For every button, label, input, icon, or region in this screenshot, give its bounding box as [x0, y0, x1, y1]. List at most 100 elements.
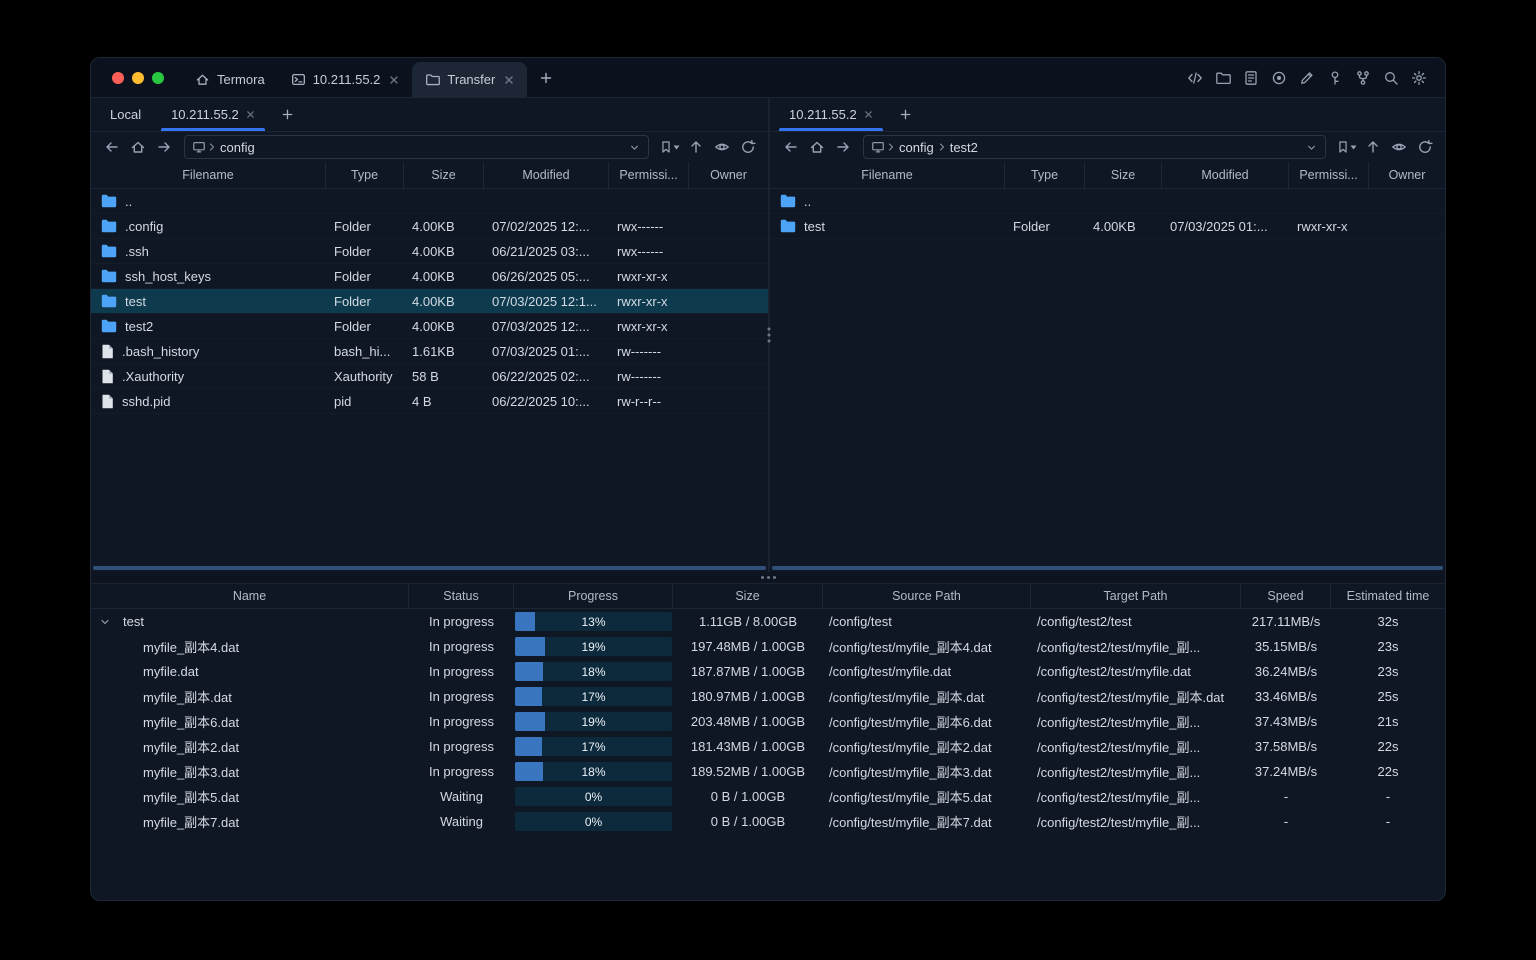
column-header[interactable]: Owner	[689, 162, 768, 188]
transfer-target-path: /config/test2/test/myfile_副...	[1037, 740, 1201, 755]
column-header[interactable]: Filename	[770, 162, 1005, 188]
column-header[interactable]: Speed	[1241, 584, 1331, 608]
transfer-row[interactable]: myfile.dat In progress 18% 187.87MB / 1.…	[91, 659, 1445, 684]
journal-icon[interactable]	[1241, 67, 1261, 89]
folder-icon[interactable]	[1213, 67, 1233, 89]
transfer-row[interactable]: myfile_副本.dat In progress 17% 180.97MB /…	[91, 684, 1445, 709]
transfer-row[interactable]: myfile_副本3.dat In progress 18% 189.52MB …	[91, 759, 1445, 784]
transfer-eta: 22s	[1377, 764, 1399, 779]
file-type-icon	[101, 344, 114, 359]
chevron-down-icon[interactable]	[628, 141, 641, 154]
file-row[interactable]: ..	[91, 189, 768, 214]
gear-icon[interactable]	[1409, 67, 1429, 89]
column-header[interactable]: Source Path	[823, 584, 1031, 608]
file-row[interactable]: .bash_history bash_hi... 1.61KB 07/03/20…	[91, 339, 768, 364]
column-header[interactable]: Size	[404, 162, 484, 188]
add-pane-tab-button[interactable]	[888, 98, 923, 131]
key-icon[interactable]	[1325, 67, 1345, 89]
zoom-window-button[interactable]	[152, 71, 164, 84]
column-header[interactable]: Owner	[1369, 162, 1445, 188]
close-window-button[interactable]	[112, 71, 124, 84]
bookmark-dropdown-caret[interactable]	[673, 145, 680, 150]
column-header[interactable]: Type	[1005, 162, 1085, 188]
search-icon[interactable]	[1381, 67, 1401, 89]
refresh-button[interactable]	[1412, 136, 1437, 158]
path-bar[interactable]: config test2	[863, 135, 1326, 159]
code-icon[interactable]	[1185, 67, 1205, 89]
pane-tab-close-icon[interactable]	[864, 110, 873, 119]
parent-directory-button[interactable]	[1360, 136, 1385, 158]
column-header[interactable]: Name	[91, 584, 409, 608]
column-header[interactable]: Size	[1085, 162, 1162, 188]
path-bar[interactable]: config	[184, 135, 649, 159]
pane-tab-host[interactable]: 10.211.55.2	[156, 98, 270, 131]
refresh-button[interactable]	[735, 136, 760, 158]
forward-button[interactable]	[830, 136, 855, 158]
show-hidden-files-toggle[interactable]	[709, 136, 734, 158]
transfer-row[interactable]: myfile_副本7.dat Waiting 0% 0 B / 1.00GB /…	[91, 809, 1445, 834]
window-tab[interactable]: 10.211.55.2	[278, 62, 413, 97]
bookmark-button[interactable]	[1334, 136, 1359, 158]
transfer-row[interactable]: myfile_副本5.dat Waiting 0% 0 B / 1.00GB /…	[91, 784, 1445, 809]
file-row[interactable]: test Folder 4.00KB 07/03/2025 01:... rwx…	[770, 214, 1445, 239]
pane-tab-close-icon[interactable]	[246, 110, 255, 119]
forward-button[interactable]	[151, 136, 176, 158]
bookmark-dropdown-caret[interactable]	[1350, 145, 1357, 150]
window-tab[interactable]: Termora	[182, 62, 278, 97]
column-header[interactable]: Progress	[514, 584, 673, 608]
file-row[interactable]: .ssh Folder 4.00KB 06/21/2025 03:... rwx…	[91, 239, 768, 264]
transfer-row[interactable]: myfile_副本4.dat In progress 19% 197.48MB …	[91, 634, 1445, 659]
file-row[interactable]: ssh_host_keys Folder 4.00KB 06/26/2025 0…	[91, 264, 768, 289]
parent-directory-button[interactable]	[683, 136, 708, 158]
tab-close-icon[interactable]	[389, 75, 399, 85]
file-row[interactable]: test Folder 4.00KB 07/03/2025 12:1... rw…	[91, 289, 768, 314]
pencil-icon[interactable]	[1297, 67, 1317, 89]
column-header[interactable]: Permissi...	[609, 162, 689, 188]
column-header[interactable]: Target Path	[1031, 584, 1241, 608]
add-pane-tab-button[interactable]	[270, 98, 305, 131]
transfer-row[interactable]: myfile_副本6.dat In progress 19% 203.48MB …	[91, 709, 1445, 734]
column-header[interactable]: Modified	[1162, 162, 1289, 188]
column-header[interactable]: Type	[326, 162, 404, 188]
splitter-handle[interactable]	[760, 576, 776, 579]
column-header[interactable]: Size	[673, 584, 823, 608]
expand-chevron-icon[interactable]	[99, 616, 111, 628]
file-row[interactable]: test2 Folder 4.00KB 07/03/2025 12:... rw…	[91, 314, 768, 339]
tab-close-icon[interactable]	[504, 75, 514, 85]
pane-splitter[interactable]	[767, 98, 771, 572]
branch-icon[interactable]	[1353, 67, 1373, 89]
show-hidden-files-toggle[interactable]	[1386, 136, 1411, 158]
chevron-down-icon[interactable]	[1305, 141, 1318, 154]
column-header[interactable]: Permissi...	[1289, 162, 1369, 188]
home-button[interactable]	[804, 136, 829, 158]
file-row[interactable]: .config Folder 4.00KB 07/02/2025 12:... …	[91, 214, 768, 239]
file-row[interactable]: ..	[770, 189, 1445, 214]
back-button[interactable]	[99, 136, 124, 158]
back-button[interactable]	[778, 136, 803, 158]
splitter-handle[interactable]	[767, 327, 771, 343]
new-tab-button[interactable]	[527, 58, 565, 97]
pane-tab-local[interactable]: Local	[95, 98, 156, 131]
column-header[interactable]: Estimated time	[1331, 584, 1445, 608]
breadcrumb-segment[interactable]: test2	[936, 140, 978, 155]
column-header[interactable]: Status	[409, 584, 514, 608]
window-tab[interactable]: Transfer	[412, 62, 528, 97]
transfer-row[interactable]: myfile_副本2.dat In progress 17% 181.43MB …	[91, 734, 1445, 759]
transfer-row[interactable]: test In progress 13% 1.11GB / 8.00GB /co…	[91, 609, 1445, 634]
horizontal-scrollbar[interactable]	[770, 564, 1445, 572]
bookmark-button[interactable]	[657, 136, 682, 158]
breadcrumb-segment[interactable]: config	[885, 140, 934, 155]
file-modified: 07/03/2025 01:...	[492, 343, 590, 359]
column-header[interactable]: Filename	[91, 162, 326, 188]
file-row[interactable]: sshd.pid pid 4 B 06/22/2025 10:... rw-r-…	[91, 389, 768, 414]
horizontal-scrollbar[interactable]	[91, 564, 768, 572]
minimize-window-button[interactable]	[132, 71, 144, 84]
home-button[interactable]	[125, 136, 150, 158]
record-icon[interactable]	[1269, 67, 1289, 89]
transfer-panel-splitter[interactable]	[91, 572, 1445, 584]
file-row[interactable]: .Xauthority Xauthority 58 B 06/22/2025 0…	[91, 364, 768, 389]
column-header[interactable]: Modified	[484, 162, 609, 188]
breadcrumb-segment[interactable]: config	[206, 140, 255, 155]
pane-tab-host[interactable]: 10.211.55.2	[774, 98, 888, 131]
transfer-eta: 32s	[1377, 614, 1399, 629]
